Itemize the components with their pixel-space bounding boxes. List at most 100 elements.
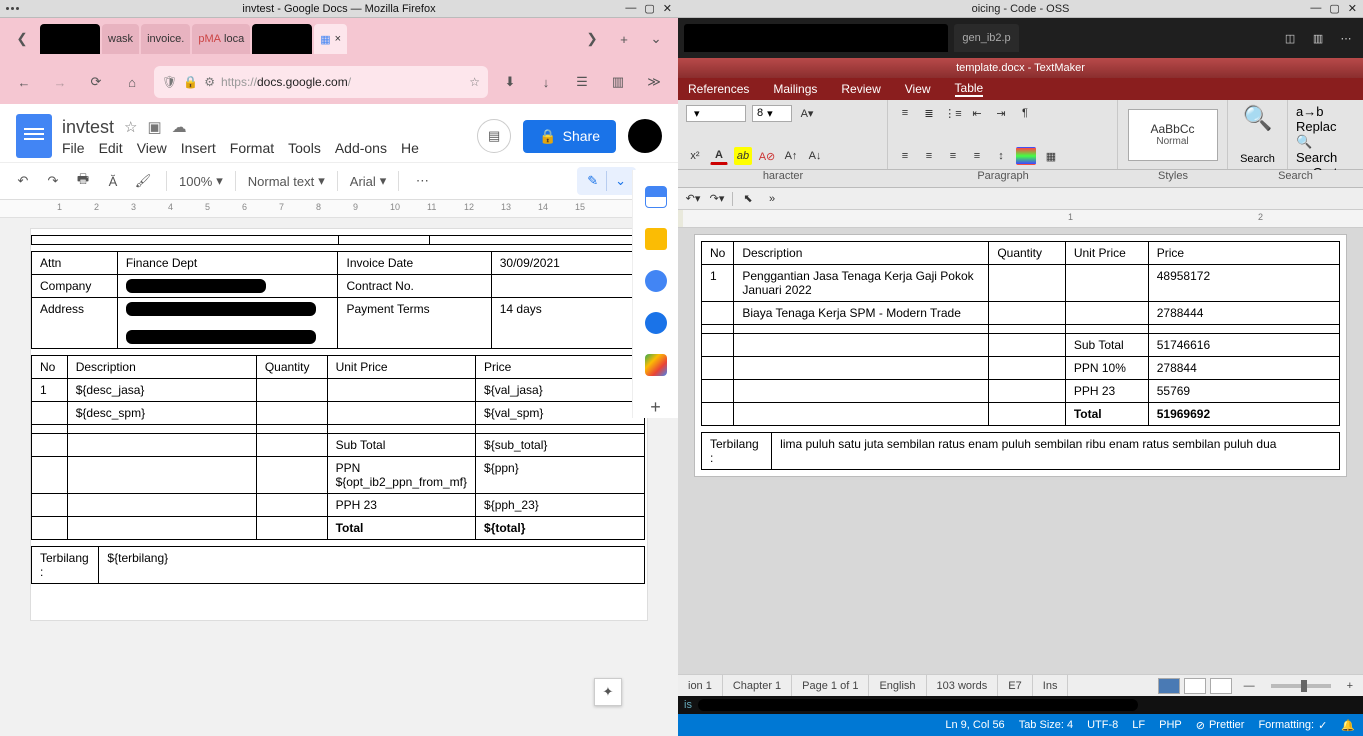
status-words[interactable]: 103 words bbox=[927, 675, 999, 696]
status-chapter[interactable]: Chapter 1 bbox=[723, 675, 792, 696]
share-button[interactable]: 🔒 Share bbox=[523, 120, 616, 153]
menu-edit[interactable]: Edit bbox=[99, 140, 123, 156]
status-eol[interactable]: LF bbox=[1132, 719, 1145, 731]
textmaker-canvas[interactable]: No Description Quantity Unit Price Price… bbox=[678, 228, 1363, 674]
docs-ruler[interactable]: 123456789101112131415 bbox=[0, 200, 678, 218]
status-cursor-pos[interactable]: Ln 9, Col 56 bbox=[945, 719, 1004, 731]
highlight-button[interactable]: ab bbox=[734, 147, 752, 165]
library-icon[interactable]: ▥ bbox=[604, 68, 632, 96]
minimize-icon[interactable]: — bbox=[625, 2, 636, 15]
align-right-button[interactable]: ≡ bbox=[944, 147, 962, 165]
browser-tab[interactable]: invoice. bbox=[141, 24, 190, 54]
editor-tab[interactable]: gen_ib2.p bbox=[954, 24, 1018, 52]
browser-tab[interactable] bbox=[252, 24, 312, 54]
font-family-select[interactable]: ▾ bbox=[686, 105, 746, 122]
multilevel-button[interactable]: ⋮≡ bbox=[944, 104, 962, 122]
menu-help[interactable]: He bbox=[401, 140, 419, 156]
overflow-button[interactable]: » bbox=[763, 190, 781, 208]
editor-tab[interactable] bbox=[684, 24, 948, 52]
cursor-button[interactable]: ⬉ bbox=[739, 190, 757, 208]
document-title[interactable]: invtest bbox=[62, 117, 114, 138]
calendar-icon[interactable] bbox=[645, 186, 667, 208]
docs-logo-icon[interactable] bbox=[16, 114, 52, 158]
forward-button[interactable]: → bbox=[46, 68, 74, 96]
style-normal[interactable]: AaBbCc Normal bbox=[1128, 109, 1218, 161]
maximize-icon[interactable]: ▢ bbox=[644, 2, 654, 15]
add-app-icon[interactable]: + bbox=[645, 396, 667, 418]
line-spacing-button[interactable]: ↕ bbox=[992, 147, 1010, 165]
status-formatting[interactable]: Formatting: ✓ bbox=[1258, 719, 1327, 732]
search-icon[interactable]: 🔍 bbox=[1243, 104, 1273, 133]
sidebar-toggle-icon[interactable]: ▥ bbox=[1307, 27, 1329, 49]
numbering-button[interactable]: ≣ bbox=[920, 104, 938, 122]
bookmark-star-icon[interactable]: ☆ bbox=[469, 75, 480, 89]
undo-button[interactable]: ↶ bbox=[12, 170, 34, 192]
status-tab-size[interactable]: Tab Size: 4 bbox=[1019, 719, 1073, 731]
redo-button[interactable]: ↷ bbox=[42, 170, 64, 192]
clear-format-button[interactable]: A⊘ bbox=[758, 147, 776, 165]
docs-canvas[interactable]: Attn Finance Dept Invoice Date 30/09/202… bbox=[0, 218, 678, 736]
browser-tab-active[interactable]: ▦ × bbox=[314, 24, 347, 54]
minimize-icon[interactable]: — bbox=[1310, 2, 1321, 15]
tab-close-icon[interactable]: × bbox=[335, 33, 341, 45]
status-prettier[interactable]: ⊘ Prettier bbox=[1196, 719, 1245, 732]
menu-view[interactable]: View bbox=[137, 140, 167, 156]
status-lang[interactable]: English bbox=[869, 675, 926, 696]
align-left-button[interactable]: ≡ bbox=[896, 147, 914, 165]
ribbon-tab-references[interactable]: References bbox=[688, 82, 749, 96]
account-avatar[interactable] bbox=[628, 119, 662, 153]
status-page[interactable]: Page 1 of 1 bbox=[792, 675, 869, 696]
tasks-icon[interactable] bbox=[645, 270, 667, 292]
tabs-prev-button[interactable]: ❮ bbox=[8, 25, 36, 53]
more-toolbar-button[interactable]: ⋯ bbox=[411, 170, 433, 192]
font-color-button[interactable]: A bbox=[710, 147, 728, 165]
grow-font-button[interactable]: A↑ bbox=[782, 147, 800, 165]
view-normal-button[interactable] bbox=[1158, 678, 1180, 694]
status-extra[interactable]: E7 bbox=[998, 675, 1032, 696]
status-notifications-icon[interactable]: 🔔 bbox=[1341, 719, 1355, 732]
close-icon[interactable]: ✕ bbox=[663, 2, 672, 15]
align-center-button[interactable]: ≡ bbox=[920, 147, 938, 165]
menu-insert[interactable]: Insert bbox=[181, 140, 216, 156]
redo-button[interactable]: ↷▾ bbox=[708, 190, 726, 208]
tabs-next-button[interactable]: ❯ bbox=[578, 25, 606, 53]
menu-format[interactable]: Format bbox=[230, 140, 274, 156]
paint-format-button[interactable]: 🖌 bbox=[132, 170, 154, 192]
replace-button[interactable]: a→b Replac bbox=[1296, 104, 1355, 134]
account-icon[interactable]: ☰ bbox=[568, 68, 596, 96]
explore-button[interactable]: ✦ bbox=[594, 678, 622, 706]
downloads-icon[interactable]: ↓ bbox=[532, 68, 560, 96]
close-icon[interactable]: ✕ bbox=[1348, 2, 1357, 15]
contacts-icon[interactable] bbox=[645, 312, 667, 334]
cloud-status-icon[interactable]: ☁ bbox=[172, 118, 187, 136]
zoom-select[interactable]: 100% ▾ bbox=[179, 173, 223, 189]
back-button[interactable]: ← bbox=[10, 68, 38, 96]
overflow-button[interactable]: ≫ bbox=[640, 68, 668, 96]
address-bar[interactable]: 🛡 🔒 ⚙ https://docs.google.com/ ☆ bbox=[154, 66, 488, 98]
more-actions-icon[interactable]: ⋯ bbox=[1335, 27, 1357, 49]
ribbon-tab-mailings[interactable]: Mailings bbox=[773, 82, 817, 96]
shading-button[interactable] bbox=[1016, 147, 1036, 165]
status-section[interactable]: ion 1 bbox=[678, 675, 723, 696]
move-icon[interactable]: ▣ bbox=[147, 118, 161, 136]
split-editor-icon[interactable]: ◫ bbox=[1279, 27, 1301, 49]
menu-file[interactable]: File bbox=[62, 140, 85, 156]
shrink-font-button[interactable]: A↓ bbox=[806, 147, 824, 165]
superscript-button[interactable]: x² bbox=[686, 147, 704, 165]
textmaker-ruler[interactable]: 1 2 bbox=[678, 210, 1363, 228]
home-button[interactable]: ⌂ bbox=[118, 68, 146, 96]
star-icon[interactable]: ☆ bbox=[124, 118, 137, 136]
search-again-button[interactable]: 🔍 Search bbox=[1296, 134, 1355, 165]
status-language[interactable]: PHP bbox=[1159, 719, 1182, 731]
maps-icon[interactable] bbox=[645, 354, 667, 376]
reload-button[interactable]: ⟳ bbox=[82, 68, 110, 96]
browser-tab[interactable]: wask bbox=[102, 24, 139, 54]
ribbon-tab-view[interactable]: View bbox=[905, 82, 931, 96]
comments-button[interactable]: ▤ bbox=[477, 119, 511, 153]
paragraph-style-select[interactable]: Normal text ▾ bbox=[248, 173, 325, 189]
undo-button[interactable]: ↶▾ bbox=[684, 190, 702, 208]
browser-tab[interactable] bbox=[40, 24, 100, 54]
indent-button[interactable]: ⇥ bbox=[992, 104, 1010, 122]
align-justify-button[interactable]: ≡ bbox=[968, 147, 986, 165]
editing-mode-button[interactable]: ✎ ⌄ bbox=[577, 167, 636, 195]
